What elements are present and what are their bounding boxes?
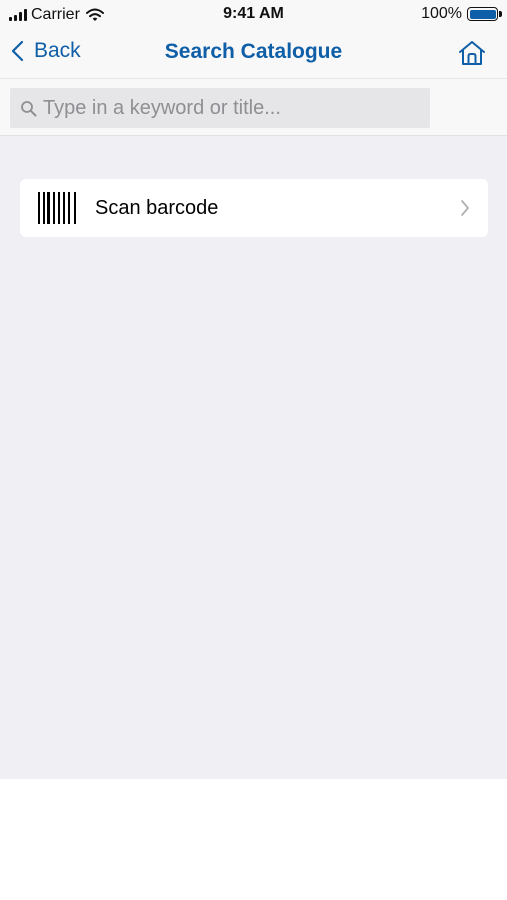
search-icon	[21, 100, 37, 116]
battery-fill	[469, 9, 496, 19]
battery-icon	[467, 7, 502, 21]
screen: Carrier 9:41 AM 100% Back Search Catalog…	[0, 0, 507, 900]
bottom-area	[0, 779, 507, 900]
search-input[interactable]	[43, 96, 413, 120]
chevron-right-icon	[461, 200, 469, 216]
barcode-icon	[38, 192, 76, 224]
navigation-bar: Back Search Catalogue	[0, 30, 507, 78]
scan-barcode-label: Scan barcode	[95, 196, 219, 219]
status-right: 100%	[421, 5, 502, 23]
search-bar	[0, 78, 507, 136]
content-area: Scan barcode	[0, 136, 507, 779]
search-field[interactable]	[10, 88, 430, 128]
status-bar: Carrier 9:41 AM 100%	[0, 0, 507, 30]
home-icon[interactable]	[457, 39, 487, 67]
page-title: Search Catalogue	[164, 40, 343, 63]
scan-barcode-button[interactable]: Scan barcode	[20, 179, 488, 237]
battery-percent: 100%	[421, 5, 462, 22]
